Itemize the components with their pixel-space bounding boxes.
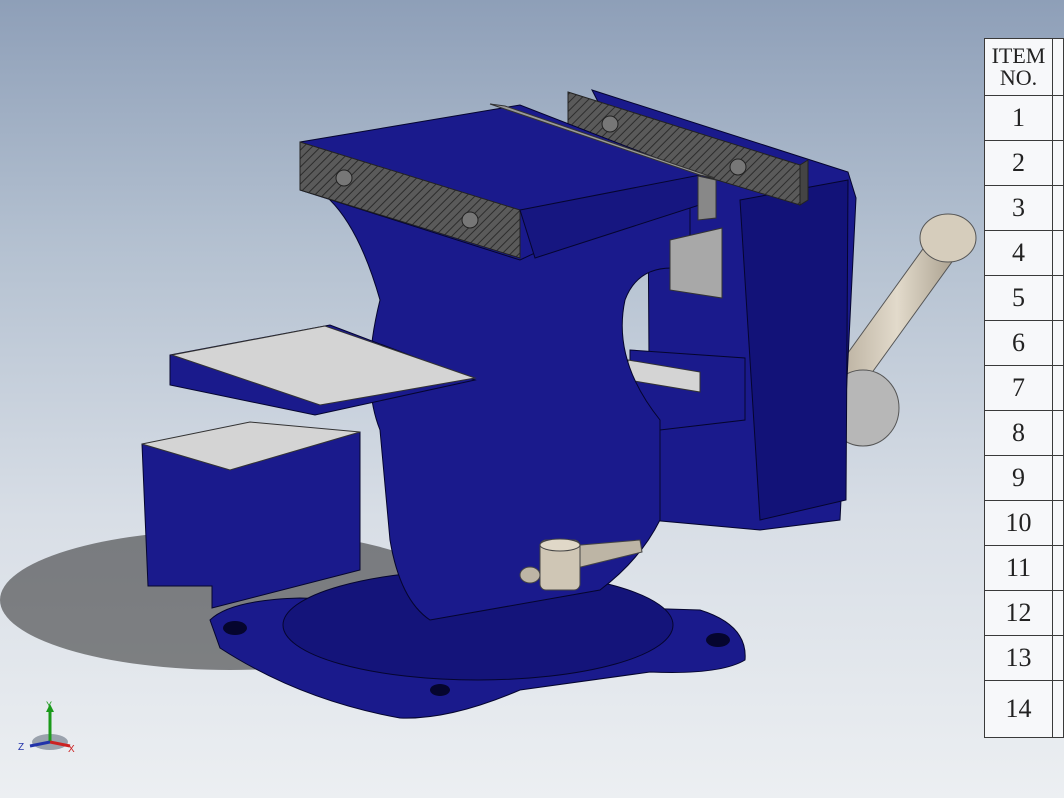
bom-item-no: 6 (984, 320, 1053, 366)
bom-item-no: 11 (984, 545, 1053, 591)
bom-row: 9 (984, 455, 1064, 501)
bom-row: 10 (984, 500, 1064, 546)
bom-item-no: 10 (984, 500, 1053, 546)
bom-item-no: 14 (984, 680, 1053, 738)
bom-row: 4 (984, 230, 1064, 276)
bom-header-line1: ITEM (991, 43, 1046, 68)
bom-row: 11 (984, 545, 1064, 591)
bom-header-line2: NO. (999, 65, 1038, 90)
bom-row: 6 (984, 320, 1064, 366)
bom-item-no: 13 (984, 635, 1053, 681)
bom-row: 12 (984, 590, 1064, 636)
bom-header-part (1051, 38, 1064, 96)
bom-item-no: 12 (984, 590, 1053, 636)
axis-triad[interactable]: Y X Z (18, 700, 88, 760)
bom-row: 13 (984, 635, 1064, 681)
bom-item-no: 5 (984, 275, 1053, 321)
bom-item-no: 2 (984, 140, 1053, 186)
z-axis-label: Z (18, 742, 24, 753)
bench-vise-model[interactable] (0, 0, 1064, 798)
bom-row: 1 (984, 95, 1064, 141)
bom-item-no: 4 (984, 230, 1053, 276)
y-axis-label: Y (46, 700, 52, 710)
bom-header-row: ITEM NO. (984, 38, 1064, 96)
bom-row: 3 (984, 185, 1064, 231)
bom-row: 5 (984, 275, 1064, 321)
x-axis-label: X (68, 744, 75, 755)
bom-table: ITEM NO. 1 2 3 4 5 6 7 8 9 10 11 12 13 1… (984, 38, 1064, 738)
bom-row: 14 (984, 680, 1064, 738)
bom-item-no: 3 (984, 185, 1053, 231)
bom-item-no: 8 (984, 410, 1053, 456)
bom-item-no: 1 (984, 95, 1053, 141)
bom-row: 8 (984, 410, 1064, 456)
bom-row: 7 (984, 365, 1064, 411)
bom-row: 2 (984, 140, 1064, 186)
bom-item-no: 7 (984, 365, 1053, 411)
bom-header-item-no: ITEM NO. (984, 38, 1053, 96)
bom-item-no: 9 (984, 455, 1053, 501)
graphics-viewport[interactable]: ITEM NO. 1 2 3 4 5 6 7 8 9 10 11 12 13 1… (0, 0, 1064, 798)
